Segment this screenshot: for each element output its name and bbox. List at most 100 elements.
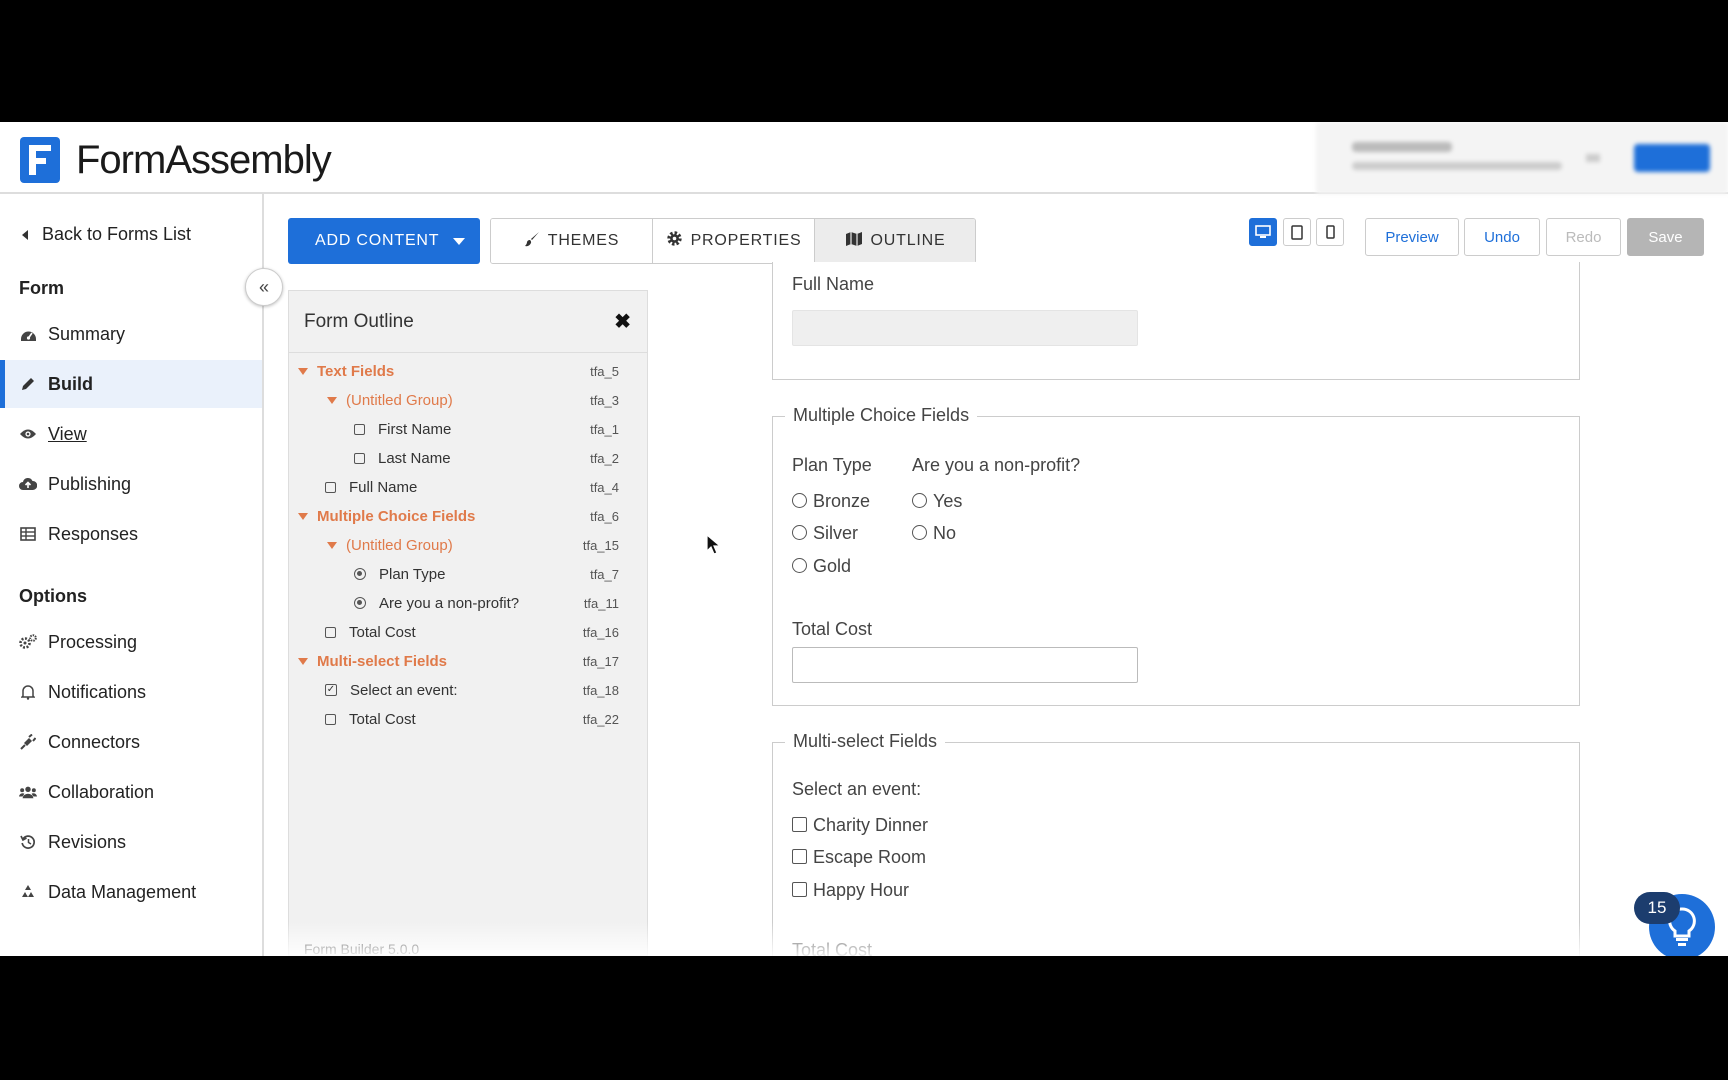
event-option-charity-dinner[interactable]: Charity Dinner xyxy=(792,815,928,836)
table-icon xyxy=(19,525,37,543)
desktop-view-button[interactable] xyxy=(1249,218,1277,246)
dashboard-icon xyxy=(19,325,37,343)
sidebar-item-build[interactable]: Build xyxy=(0,360,262,408)
mobile-view-button[interactable] xyxy=(1316,218,1344,246)
outline-row-id: tfa_2 xyxy=(590,450,619,466)
sidebar-item-collaboration[interactable]: Collaboration xyxy=(0,768,262,816)
account-area-blurred xyxy=(1316,122,1728,194)
outline-row-label: Last Name xyxy=(378,449,451,467)
back-to-forms-link[interactable]: Back to Forms List xyxy=(22,224,191,245)
form-outline-panel: Form Outline ✖ Text Fields tfa_5 (Untitl… xyxy=(288,290,648,956)
tablet-view-button[interactable] xyxy=(1283,218,1311,246)
formassembly-logo-icon xyxy=(20,137,60,183)
tab-outline[interactable]: OUTLINE xyxy=(815,219,975,263)
plan-option-bronze[interactable]: Bronze xyxy=(792,491,870,512)
add-content-label: ADD CONTENT xyxy=(315,232,440,249)
outline-row-label: (Untitled Group) xyxy=(346,536,453,554)
outline-row[interactable]: ✓ Select an event: tfa_18 xyxy=(289,677,647,703)
brand-name: FormAssembly xyxy=(76,137,332,182)
sidebar-item-responses[interactable]: Responses xyxy=(0,510,262,558)
outline-row[interactable]: Total Cost tfa_16 xyxy=(289,619,647,645)
sidebar-item-label: Revisions xyxy=(48,831,127,852)
mobile-icon xyxy=(1325,225,1335,239)
radio-button[interactable] xyxy=(912,492,927,508)
outline-row-id: tfa_22 xyxy=(582,711,619,727)
event-option-happy-hour[interactable]: Happy Hour xyxy=(792,880,909,901)
eye-icon xyxy=(19,425,37,443)
top-letterbox xyxy=(0,0,1728,122)
form-section-title: Form xyxy=(19,278,64,298)
sidebar-item-view[interactable]: View xyxy=(0,410,262,458)
add-content-button[interactable]: ADD CONTENT xyxy=(288,218,480,264)
outline-row[interactable]: Multi-select Fields tfa_17 xyxy=(289,648,647,674)
checkbox[interactable] xyxy=(792,848,807,864)
plan-type-label: Plan Type xyxy=(792,455,872,475)
radio-button[interactable] xyxy=(792,492,807,508)
close-icon[interactable]: ✖ xyxy=(614,309,631,334)
event-option-escape-room[interactable]: Escape Room xyxy=(792,847,926,868)
text-fields-fieldset: Full Name xyxy=(772,262,1580,380)
caret-left-icon xyxy=(22,229,28,240)
tab-label: PROPERTIES xyxy=(690,232,802,249)
option-label: Happy Hour xyxy=(813,880,910,900)
desktop-icon xyxy=(1255,225,1271,238)
preview-button[interactable]: Preview xyxy=(1365,218,1459,256)
checkbox[interactable] xyxy=(792,881,807,897)
outline-row-id: tfa_17 xyxy=(582,653,619,669)
nonprofit-option-no[interactable]: No xyxy=(912,523,956,544)
radio-button[interactable] xyxy=(912,524,927,540)
outline-row[interactable]: First Name tfa_1 xyxy=(289,416,647,442)
builder-version: Form Builder 5.0.0 xyxy=(304,941,420,956)
plan-option-gold[interactable]: Gold xyxy=(792,556,851,577)
checkbox[interactable] xyxy=(792,816,807,832)
gear-icon xyxy=(666,230,683,252)
outline-row-id: tfa_16 xyxy=(582,624,619,640)
outline-row[interactable]: Are you a non-profit? tfa_11 xyxy=(289,590,647,616)
caret-down-icon xyxy=(298,367,308,375)
outline-row[interactable]: Text Fields tfa_5 xyxy=(289,358,647,384)
gears-icon xyxy=(19,633,37,651)
redo-button[interactable]: Redo xyxy=(1546,218,1621,256)
sidebar-item-revisions[interactable]: Revisions xyxy=(0,818,262,866)
multi-select-legend: Multi-select Fields xyxy=(785,731,946,752)
undo-button[interactable]: Undo xyxy=(1464,218,1540,256)
tab-themes[interactable]: THEMES xyxy=(491,219,653,263)
outline-row[interactable]: Plan Type tfa_7 xyxy=(289,561,647,587)
nonprofit-option-yes[interactable]: Yes xyxy=(912,491,962,512)
full-name-label: Full Name xyxy=(792,274,875,294)
plan-option-silver[interactable]: Silver xyxy=(792,523,858,544)
full-name-input[interactable] xyxy=(792,310,1138,346)
outline-row[interactable]: Total Cost tfa_22 xyxy=(289,706,647,732)
builder-tab-group: THEMES PROPERTIES OUTLINE xyxy=(490,218,976,264)
double-chevron-left-icon: « xyxy=(258,276,269,297)
outline-row-id: tfa_6 xyxy=(590,508,619,524)
sidebar-item-connectors[interactable]: Connectors xyxy=(0,718,262,766)
sidebar-item-notifications[interactable]: Notifications xyxy=(0,668,262,716)
outline-row[interactable]: (Untitled Group) tfa_15 xyxy=(289,532,647,558)
brand-logo[interactable]: FormAssembly xyxy=(20,137,332,183)
multiple-choice-fieldset: Multiple Choice Fields Plan Type Are you… xyxy=(772,405,1580,706)
outline-row[interactable]: (Untitled Group) tfa_3 xyxy=(289,387,647,413)
outline-row[interactable]: Multiple Choice Fields tfa_6 xyxy=(289,503,647,529)
save-button[interactable]: Save xyxy=(1627,218,1704,256)
sidebar-item-label: Responses xyxy=(48,523,139,544)
sidebar-item-data-management[interactable]: Data Management xyxy=(0,868,262,916)
collapse-sidebar-button[interactable]: « xyxy=(245,268,283,306)
sidebar-item-label: Processing xyxy=(48,631,138,652)
sidebar-item-label: View xyxy=(48,423,87,444)
sidebar-item-publishing[interactable]: Publishing xyxy=(0,460,262,508)
outline-row[interactable]: Full Name tfa_4 xyxy=(289,474,647,500)
sidebar-item-processing[interactable]: Processing xyxy=(0,618,262,666)
outline-row-label: (Untitled Group) xyxy=(346,391,453,409)
app-window: FormAssembly Back to Forms List Form Sum… xyxy=(0,122,1728,956)
sidebar-item-summary[interactable]: Summary xyxy=(0,310,262,358)
textbox-icon xyxy=(325,481,336,493)
total-cost-input[interactable] xyxy=(792,647,1138,683)
radio-button[interactable] xyxy=(792,524,807,540)
sidebar-item-label: Notifications xyxy=(48,681,147,702)
tab-properties[interactable]: PROPERTIES xyxy=(653,219,815,263)
sidebar-item-label: Connectors xyxy=(48,731,141,752)
outline-row[interactable]: Last Name tfa_2 xyxy=(289,445,647,471)
outline-row-label: Select an event: xyxy=(350,681,458,699)
radio-button[interactable] xyxy=(792,557,807,573)
